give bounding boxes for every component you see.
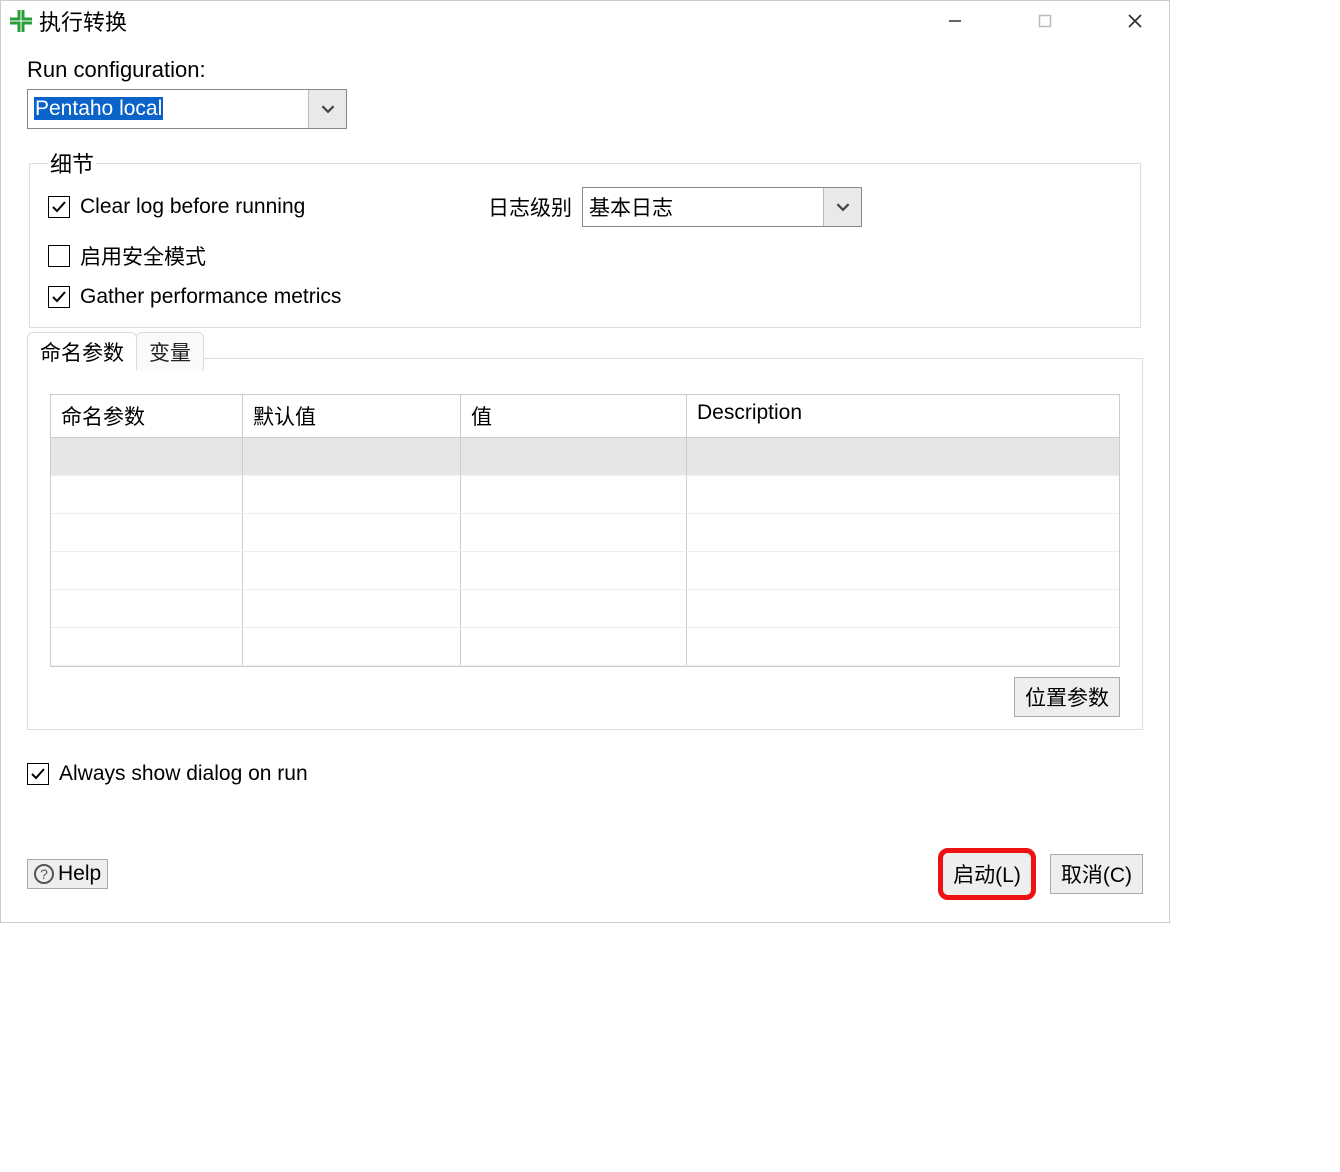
table-row[interactable] xyxy=(51,552,1119,590)
log-level-label: 日志级别 xyxy=(488,192,572,222)
always-show-checkbox[interactable] xyxy=(27,763,49,785)
gather-metrics-checkbox[interactable] xyxy=(48,286,70,308)
content-area: Run configuration: Pentaho local 细节 Clea… xyxy=(1,41,1169,922)
details-fieldset: 细节 Clear log before running 日志级别 基本日志 xyxy=(29,147,1141,328)
log-level-combo[interactable]: 基本日志 xyxy=(582,187,862,227)
minimize-button[interactable] xyxy=(925,2,985,40)
run-config-value: Pentaho local xyxy=(28,95,308,123)
chevron-down-icon[interactable] xyxy=(823,188,861,226)
launch-button[interactable]: 启动(L) xyxy=(938,848,1036,900)
table-body xyxy=(51,438,1119,666)
dialog-window: 执行转换 Run configuration: Pentaho local 细节 xyxy=(0,0,1170,923)
params-tabs-box: 命名参数 变量 命名参数 默认值 值 Description xyxy=(27,358,1143,730)
cancel-button[interactable]: 取消(C) xyxy=(1050,854,1143,894)
clear-log-label: Clear log before running xyxy=(80,195,305,219)
details-legend: 细节 xyxy=(48,147,96,179)
table-row[interactable] xyxy=(51,628,1119,666)
run-config-combo[interactable]: Pentaho local xyxy=(27,89,347,129)
col-header-default[interactable]: 默认值 xyxy=(243,395,461,437)
table-row[interactable] xyxy=(51,590,1119,628)
help-button-label: Help xyxy=(58,862,101,886)
table-row[interactable] xyxy=(51,438,1119,476)
safe-mode-checkbox[interactable] xyxy=(48,245,70,267)
table-header-row: 命名参数 默认值 值 Description xyxy=(51,395,1119,438)
gather-metrics-label: Gather performance metrics xyxy=(80,285,341,309)
params-table[interactable]: 命名参数 默认值 值 Description xyxy=(50,394,1120,667)
footer: ? Help 启动(L) 取消(C) xyxy=(27,848,1143,900)
gather-metrics-checkbox-row[interactable]: Gather performance metrics xyxy=(48,285,468,309)
position-args-button[interactable]: 位置参数 xyxy=(1014,677,1120,717)
window-title: 执行转换 xyxy=(39,5,127,37)
always-show-label: Always show dialog on run xyxy=(59,762,308,786)
log-level-value: 基本日志 xyxy=(583,190,823,224)
tabstrip: 命名参数 变量 xyxy=(27,331,1142,370)
log-level-row: 日志级别 基本日志 xyxy=(488,187,1122,227)
col-header-value[interactable]: 值 xyxy=(461,395,687,437)
help-button[interactable]: ? Help xyxy=(27,859,108,889)
maximize-button[interactable] xyxy=(1015,2,1075,40)
tab-variables[interactable]: 变量 xyxy=(136,332,204,371)
titlebar: 执行转换 xyxy=(1,1,1169,41)
safe-mode-checkbox-row[interactable]: 启用安全模式 xyxy=(48,241,468,271)
table-row[interactable] xyxy=(51,514,1119,552)
safe-mode-label: 启用安全模式 xyxy=(80,241,206,271)
help-icon: ? xyxy=(34,864,54,884)
clear-log-checkbox-row[interactable]: Clear log before running xyxy=(48,195,468,219)
run-config-label: Run configuration: xyxy=(27,57,1143,83)
tab-named-params[interactable]: 命名参数 xyxy=(27,332,137,371)
table-row[interactable] xyxy=(51,476,1119,514)
close-button[interactable] xyxy=(1105,2,1165,40)
col-header-name[interactable]: 命名参数 xyxy=(51,395,243,437)
chevron-down-icon[interactable] xyxy=(308,90,346,128)
app-icon xyxy=(9,9,33,33)
col-header-description[interactable]: Description xyxy=(687,395,1119,437)
clear-log-checkbox[interactable] xyxy=(48,196,70,218)
always-show-checkbox-row[interactable]: Always show dialog on run xyxy=(27,762,1143,786)
